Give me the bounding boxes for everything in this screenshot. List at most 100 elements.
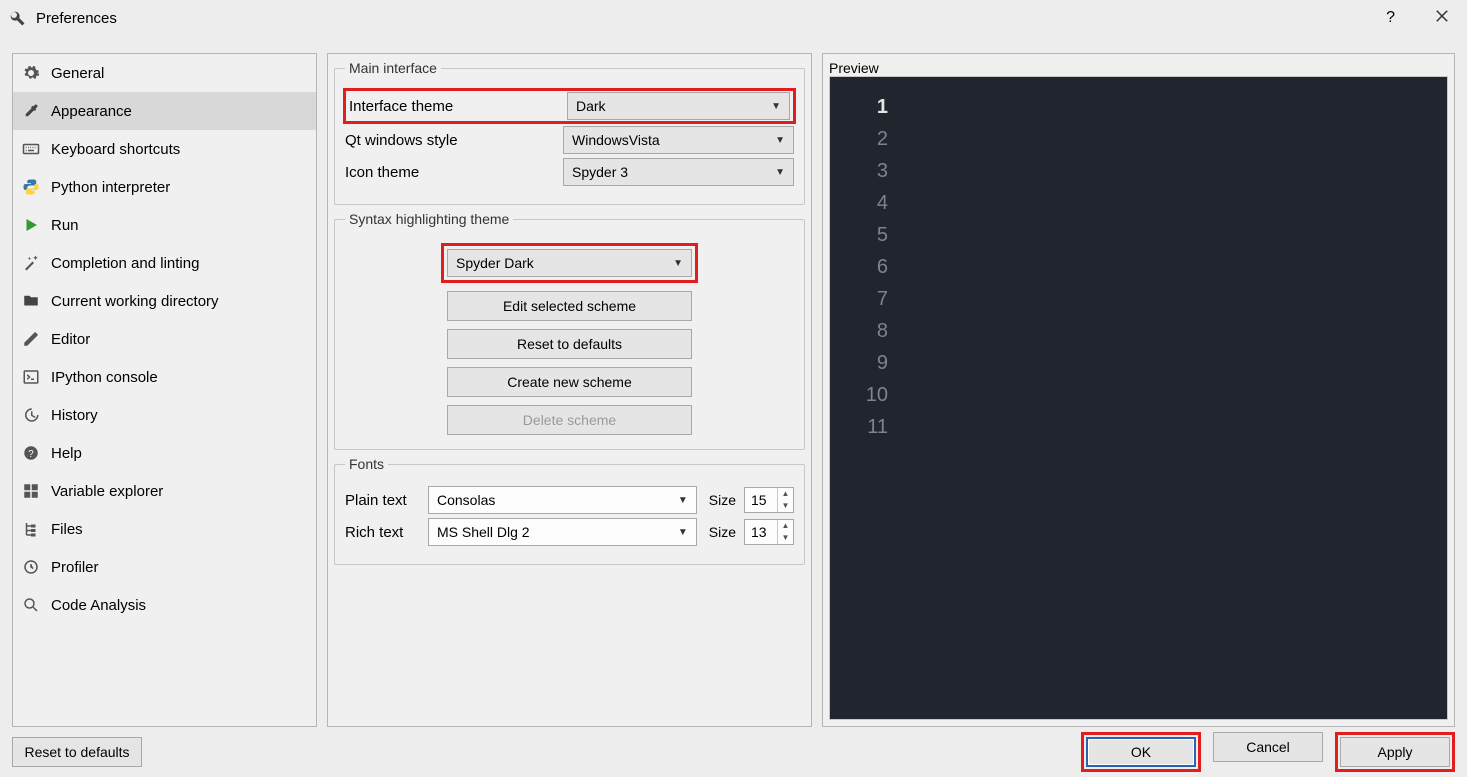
play-icon xyxy=(21,215,41,235)
sidebar-item-label: Variable explorer xyxy=(51,483,163,500)
interface-theme-label: Interface theme xyxy=(349,98,559,115)
grid-icon xyxy=(21,481,41,501)
sidebar-item-editor[interactable]: Editor xyxy=(13,320,316,358)
line-number: 7 xyxy=(840,283,888,315)
reset-defaults-button[interactable]: Reset to defaults xyxy=(12,737,142,767)
apply-button[interactable]: Apply xyxy=(1340,737,1450,767)
plain-text-font-select[interactable]: Consolas xyxy=(428,486,697,514)
sidebar-item-label: IPython console xyxy=(51,369,158,386)
rich-text-font-value: MS Shell Dlg 2 xyxy=(437,524,530,540)
spin-down-icon[interactable]: ▼ xyxy=(778,500,793,512)
console-icon xyxy=(21,367,41,387)
sidebar-item-variable-explorer[interactable]: Variable explorer xyxy=(13,472,316,510)
window-title: Preferences xyxy=(36,10,117,27)
sidebar-item-label: History xyxy=(51,407,98,424)
gear-icon xyxy=(21,63,41,83)
eyedropper-icon xyxy=(21,101,41,121)
icon-theme-select[interactable]: Spyder 3 xyxy=(563,158,794,186)
icon-theme-row: Icon theme Spyder 3 xyxy=(345,158,794,186)
line-number: 5 xyxy=(840,219,888,251)
spin-down-icon[interactable]: ▼ xyxy=(778,532,793,544)
magnify-icon xyxy=(21,595,41,615)
delete-scheme-button: Delete scheme xyxy=(447,405,692,435)
svg-text:?: ? xyxy=(28,449,34,460)
main-interface-group: Main interface Interface theme Dark Qt w… xyxy=(334,60,805,205)
line-number: 8 xyxy=(840,315,888,347)
cancel-button[interactable]: Cancel xyxy=(1213,732,1323,762)
wrench-icon xyxy=(8,9,26,27)
sidebar-item-profiler[interactable]: Profiler xyxy=(13,548,316,586)
line-number: 11 xyxy=(840,411,888,443)
create-scheme-button[interactable]: Create new scheme xyxy=(447,367,692,397)
plain-text-font-value: Consolas xyxy=(437,492,495,508)
edit-scheme-button[interactable]: Edit selected scheme xyxy=(447,291,692,321)
plain-text-size-spinner[interactable]: 15 ▲▼ xyxy=(744,487,794,513)
interface-theme-value: Dark xyxy=(576,98,606,114)
rich-text-size-value: 13 xyxy=(751,524,777,540)
keyboard-icon xyxy=(21,139,41,159)
sidebar-item-history[interactable]: History xyxy=(13,396,316,434)
title-bar: Preferences ? xyxy=(0,0,1467,36)
syntax-scheme-value: Spyder Dark xyxy=(456,255,534,271)
qt-style-select[interactable]: WindowsVista xyxy=(563,126,794,154)
line-number: 9 xyxy=(840,347,888,379)
plain-text-row: Plain text Consolas Size 15 ▲▼ xyxy=(345,486,794,514)
sidebar-item-label: Profiler xyxy=(51,559,99,576)
sidebar-item-appearance[interactable]: Appearance xyxy=(13,92,316,130)
interface-theme-select[interactable]: Dark xyxy=(567,92,790,120)
preview-legend: Preview xyxy=(829,60,879,76)
sidebar-item-help[interactable]: ? Help xyxy=(13,434,316,472)
sidebar-item-label: Current working directory xyxy=(51,293,219,310)
sidebar-item-label: Appearance xyxy=(51,103,132,120)
preview-editor: 1234567891011 xyxy=(829,76,1448,720)
sidebar-item-label: Editor xyxy=(51,331,90,348)
plain-text-size-label: Size xyxy=(709,492,736,508)
rich-text-row: Rich text MS Shell Dlg 2 Size 13 ▲▼ xyxy=(345,518,794,546)
tree-icon xyxy=(21,519,41,539)
help-icon: ? xyxy=(21,443,41,463)
preview-panel: Preview 1234567891011 xyxy=(822,53,1455,727)
sidebar-item-python-interpreter[interactable]: Python interpreter xyxy=(13,168,316,206)
close-icon[interactable] xyxy=(1425,3,1459,34)
syntax-scheme-select[interactable]: Spyder Dark xyxy=(447,249,692,277)
interface-theme-row: Interface theme Dark xyxy=(345,90,794,122)
qt-style-label: Qt windows style xyxy=(345,132,555,149)
rich-text-font-select[interactable]: MS Shell Dlg 2 xyxy=(428,518,697,546)
folder-icon xyxy=(21,291,41,311)
sidebar-item-label: Completion and linting xyxy=(51,255,199,272)
sidebar-item-label: Files xyxy=(51,521,83,538)
history-icon xyxy=(21,405,41,425)
spin-up-icon[interactable]: ▲ xyxy=(778,520,793,532)
category-sidebar: General Appearance Keyboard shortcuts Pytho… xyxy=(12,53,317,727)
main-interface-legend: Main interface xyxy=(345,60,441,76)
wand-icon xyxy=(21,253,41,273)
fonts-legend: Fonts xyxy=(345,456,388,472)
ok-button[interactable]: OK xyxy=(1086,737,1196,767)
edit-icon xyxy=(21,329,41,349)
syntax-legend: Syntax highlighting theme xyxy=(345,211,513,227)
sidebar-item-files[interactable]: Files xyxy=(13,510,316,548)
qt-style-value: WindowsVista xyxy=(572,132,660,148)
line-number: 1 xyxy=(840,91,888,123)
sidebar-item-general[interactable]: General xyxy=(13,54,316,92)
spin-up-icon[interactable]: ▲ xyxy=(778,488,793,500)
sidebar-item-run[interactable]: Run xyxy=(13,206,316,244)
sidebar-item-label: Code Analysis xyxy=(51,597,146,614)
sidebar-item-code-analysis[interactable]: Code Analysis xyxy=(13,586,316,624)
line-number: 10 xyxy=(840,379,888,411)
sidebar-item-current-working-directory[interactable]: Current working directory xyxy=(13,282,316,320)
help-icon[interactable]: ? xyxy=(1386,9,1395,27)
line-number: 6 xyxy=(840,251,888,283)
sidebar-item-keyboard-shortcuts[interactable]: Keyboard shortcuts xyxy=(13,130,316,168)
plain-text-label: Plain text xyxy=(345,492,420,509)
sidebar-item-label: Keyboard shortcuts xyxy=(51,141,180,158)
sidebar-item-label: Help xyxy=(51,445,82,462)
rich-text-size-spinner[interactable]: 13 ▲▼ xyxy=(744,519,794,545)
sidebar-item-completion-and-linting[interactable]: Completion and linting xyxy=(13,244,316,282)
fonts-group: Fonts Plain text Consolas Size 15 ▲▼ Ric… xyxy=(334,456,805,565)
reset-scheme-button[interactable]: Reset to defaults xyxy=(447,329,692,359)
sidebar-item-label: Python interpreter xyxy=(51,179,170,196)
qt-style-row: Qt windows style WindowsVista xyxy=(345,126,794,154)
sidebar-item-ipython-console[interactable]: IPython console xyxy=(13,358,316,396)
sidebar-item-label: Run xyxy=(51,217,79,234)
